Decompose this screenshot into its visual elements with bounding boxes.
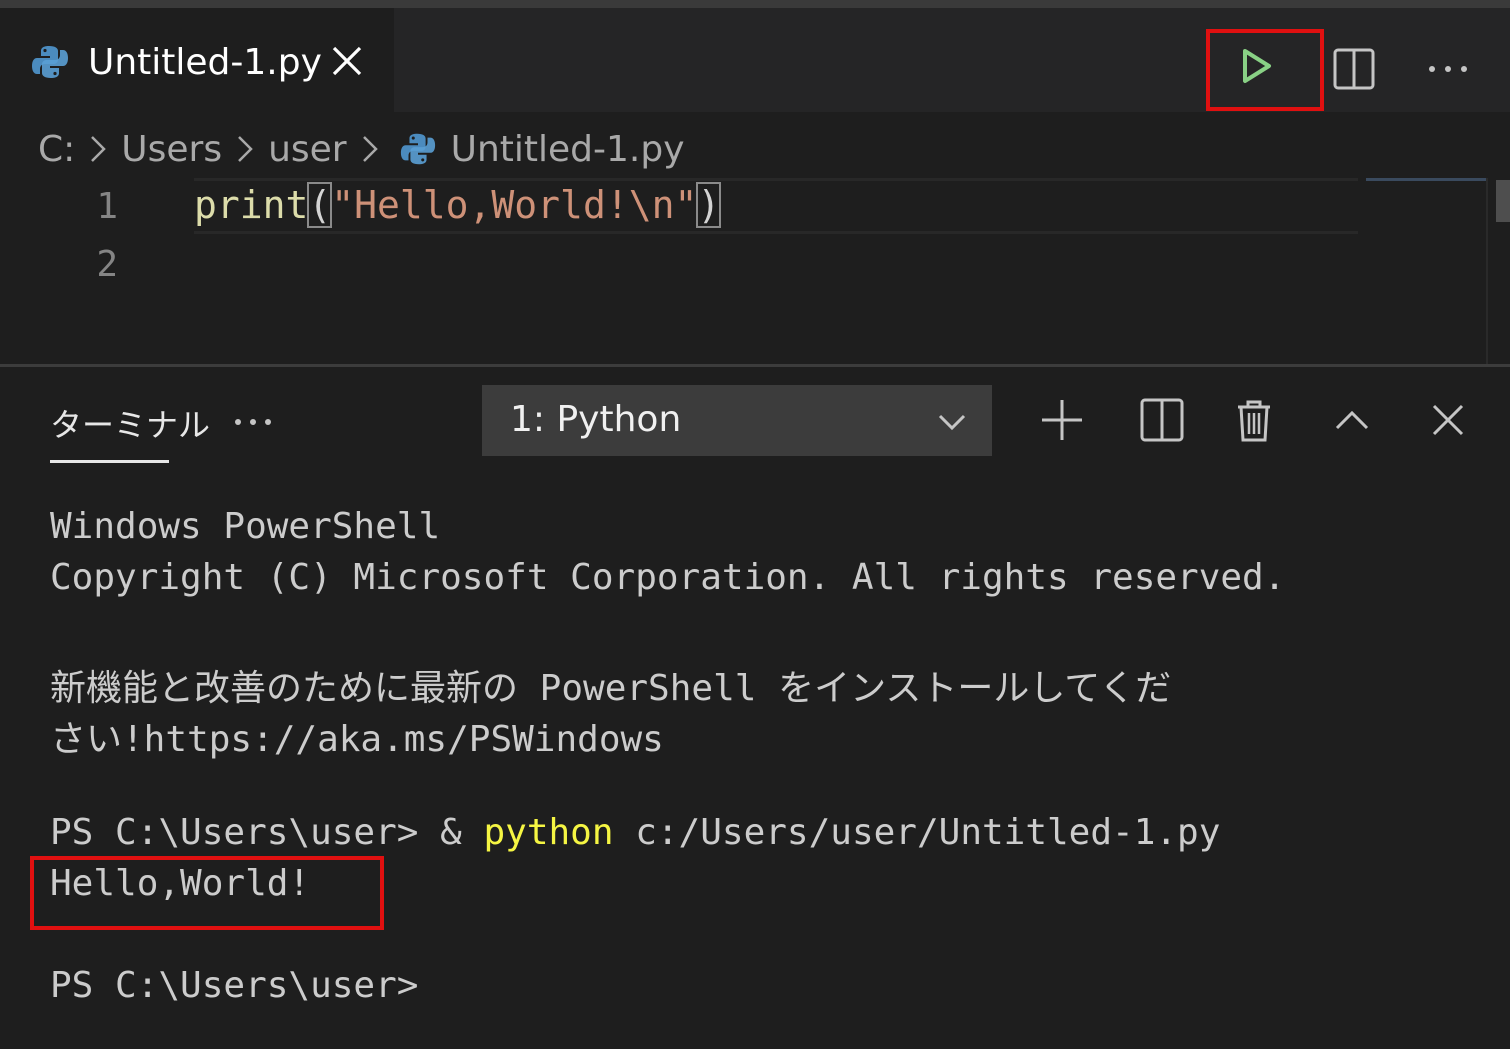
tab-untitled-1[interactable]: Untitled-1.py	[0, 8, 394, 112]
breadcrumb-file[interactable]: Untitled-1.py	[451, 129, 685, 170]
editor-tab-bar: Untitled-1.py	[0, 0, 1510, 112]
terminal-command: python	[483, 812, 614, 853]
line-number: 2	[96, 244, 118, 285]
terminal-prompt: PS C:\Users\user> &	[50, 812, 484, 853]
breadcrumb: C: Users user Untitled-1.py	[38, 124, 685, 174]
chevron-right-icon	[91, 136, 107, 162]
active-tab-indicator	[50, 460, 169, 463]
terminal-line: さい!https://aka.ms/PSWindows	[50, 719, 664, 760]
terminal-prompt: PS C:\Users\user>	[50, 965, 419, 1006]
run-button-highlight	[1206, 29, 1324, 111]
scrollbar-thumb[interactable]	[1496, 180, 1510, 222]
code-paren-close: )	[696, 182, 722, 228]
breadcrumb-users[interactable]: Users	[121, 129, 222, 170]
chevron-right-icon	[362, 136, 378, 162]
scrollbar-track	[1486, 178, 1488, 364]
plus-icon[interactable]	[1038, 396, 1086, 444]
code-editor[interactable]: 1 2 print("Hello,World!\n")	[0, 178, 1510, 364]
terminal-line: Copyright (C) Microsoft Corporation. All…	[50, 557, 1286, 598]
chevron-right-icon	[238, 136, 253, 162]
python-file-icon	[32, 46, 68, 78]
tab-title: Untitled-1.py	[88, 42, 322, 83]
output-highlight	[30, 856, 384, 930]
more-icon[interactable]	[1424, 48, 1472, 88]
breadcrumb-drive[interactable]: C:	[38, 129, 75, 170]
more-icon[interactable]	[232, 406, 276, 436]
code-line-1[interactable]: print("Hello,World!\n")	[194, 182, 722, 228]
code-string: "Hello,World!\n"	[331, 183, 698, 227]
panel-divider[interactable]	[0, 364, 1510, 367]
terminal-line: 新機能と改善のために最新の PowerShell をインストールしてくだ	[50, 668, 1172, 709]
split-terminal-icon[interactable]	[1138, 396, 1186, 444]
terminal-argument: c:/Users/user/Untitled-1.py	[613, 812, 1221, 853]
terminal-select-value: 1: Python	[510, 399, 682, 440]
chevron-down-icon	[938, 414, 966, 431]
trash-icon[interactable]	[1230, 396, 1278, 444]
terminal-line: Windows PowerShell	[50, 506, 441, 547]
terminal-select[interactable]: 1: Python	[482, 385, 992, 456]
code-paren-open: (	[307, 182, 333, 228]
line-number: 1	[96, 186, 118, 227]
minimap[interactable]	[1366, 178, 1486, 181]
terminal-command-line: PS C:\Users\user> & python c:/Users/user…	[50, 812, 1220, 853]
chevron-up-icon[interactable]	[1328, 396, 1376, 444]
python-file-icon	[400, 133, 435, 165]
close-icon[interactable]	[1424, 396, 1472, 444]
tab-terminal[interactable]: ターミナル	[50, 400, 210, 446]
code-function: print	[194, 183, 309, 227]
breadcrumb-user[interactable]: user	[268, 129, 347, 170]
split-editor-icon[interactable]	[1331, 46, 1377, 92]
close-icon[interactable]	[330, 44, 364, 78]
